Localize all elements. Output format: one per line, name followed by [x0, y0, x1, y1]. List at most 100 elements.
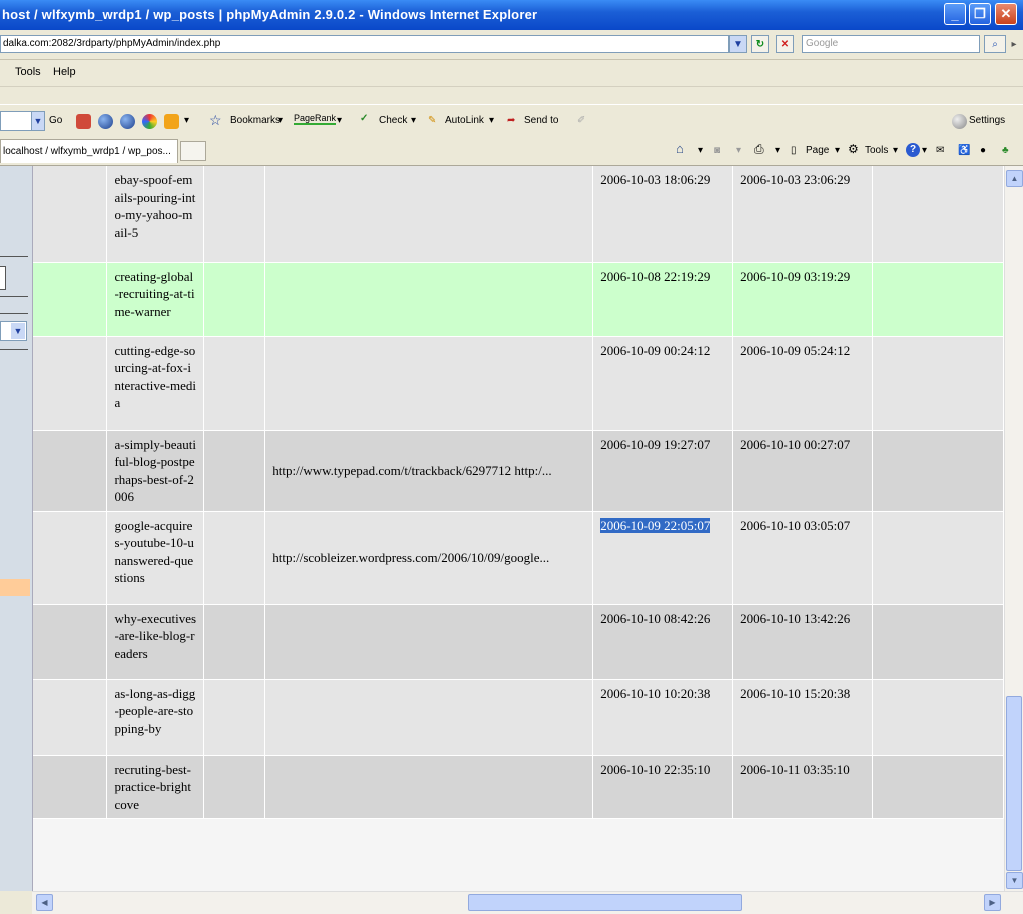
cell-post-date-gmt-text: 2006-10-10 00:27:07: [740, 436, 851, 452]
tools-menu[interactable]: Tools: [865, 145, 888, 156]
maximize-button[interactable]: ❐: [969, 3, 991, 25]
stop-icon[interactable]: ✕: [776, 35, 794, 53]
table-row[interactable]: google-acquires-youtube-10-unanswered-qu…: [33, 511, 1004, 605]
refresh-icon[interactable]: ↻: [751, 35, 769, 53]
cell-post-date: 2006-10-08 22:19:29: [592, 262, 734, 337]
wp-posts-table: ebay-spoof-emails-pouring-into-my-yahoo-…: [33, 166, 1004, 819]
scroll-up-icon[interactable]: ▲: [1006, 170, 1023, 187]
minimize-button[interactable]: _: [944, 3, 966, 25]
cell-post-date-gmt: 2006-10-10 13:42:26: [732, 604, 874, 680]
table-row[interactable]: a-simply-beautiful-blog-postperhaps-best…: [33, 430, 1004, 512]
feeds-icon[interactable]: ◙: [714, 145, 720, 156]
horizontal-scroll-thumb[interactable]: [468, 894, 742, 911]
page-icon[interactable]: ▯: [791, 145, 797, 156]
globe-icon[interactable]: [120, 114, 135, 129]
sendto-button[interactable]: Send to: [524, 115, 558, 126]
left-panel-input[interactable]: [0, 266, 6, 290]
settings-button[interactable]: Settings: [969, 115, 1005, 126]
tab-phpmyadmin[interactable]: localhost / wlfxymb_wrdp1 / wp_pos...: [0, 139, 178, 163]
help-icon[interactable]: ?: [906, 143, 920, 157]
cell-guid: http://scobleizer.wordpress.com/2006/10/…: [264, 511, 594, 605]
page-content: ▼ ebay-spoof-emails-pouring-into-my-yaho…: [0, 166, 1004, 891]
go-button[interactable]: Go: [49, 115, 62, 126]
horizontal-scrollbar[interactable]: ◀ ▶: [32, 891, 1023, 914]
cell-post-date-gmt: 2006-10-09 05:24:12: [732, 336, 874, 431]
cell-post-date-gmt-text: 2006-10-09 05:24:12: [740, 342, 851, 358]
cell-blank: [203, 336, 266, 431]
toolbar-more-icon[interactable]: ▾: [184, 115, 189, 126]
tools-gear-icon[interactable]: ⚙: [848, 142, 859, 156]
picasa-icon[interactable]: [142, 114, 157, 129]
cell-post-name-text: a-simply-beautiful-blog-postperhaps-best…: [114, 436, 197, 505]
search-icon[interactable]: ⌕: [984, 35, 1006, 53]
window-title: host / wlfxymb_wrdp1 / wp_posts | phpMyA…: [2, 7, 538, 22]
cell-blank: [203, 511, 266, 605]
cell-blank: [33, 755, 108, 819]
cell-guid: [264, 679, 594, 756]
scroll-down-icon[interactable]: ▼: [1006, 872, 1023, 889]
cell-blank: [33, 679, 108, 756]
address-input[interactable]: dalka.com:2082/3rdparty/phpMyAdmin/index…: [0, 35, 729, 53]
search-options-icon[interactable]: ▸: [1008, 35, 1020, 53]
cell-guid-text: http://www.typepad.com/t/trackback/62977…: [272, 462, 552, 478]
cell-post-date: 2006-10-09 22:05:07: [592, 511, 734, 605]
address-dropdown-icon[interactable]: ▼: [729, 35, 747, 53]
cell-post-date-gmt-text: 2006-10-03 23:06:29: [740, 172, 851, 187]
cell-post-date: 2006-10-10 10:20:38: [592, 679, 734, 756]
toolbar-dropdown-icon[interactable]: ▼: [31, 111, 45, 131]
puzzle-icon[interactable]: [164, 114, 179, 129]
settings-icon[interactable]: [952, 114, 967, 129]
new-tab-button[interactable]: [180, 141, 206, 161]
menu-tools[interactable]: Tools: [15, 66, 41, 78]
cell-post-name: creating-global-recruiting-at-time-warne…: [106, 262, 205, 337]
close-button[interactable]: ✕: [995, 3, 1017, 25]
accessibility-icon[interactable]: ♿: [958, 145, 970, 156]
check-button[interactable]: Check: [379, 115, 407, 126]
left-navigation-panel: ▼: [0, 166, 33, 891]
home-icon[interactable]: ⌂: [676, 141, 684, 156]
cell-post-date-text: 2006-10-09 00:24:12: [600, 342, 711, 358]
cell-post-date-text: 2006-10-03 18:06:29: [600, 172, 711, 187]
cell-blank: [872, 679, 1004, 756]
page-menu[interactable]: Page: [806, 145, 829, 156]
table-row[interactable]: ebay-spoof-emails-pouring-into-my-yahoo-…: [33, 166, 1004, 263]
vertical-scrollbar[interactable]: ▲ ▼: [1004, 166, 1023, 891]
bookmarks-button[interactable]: Bookmarks: [230, 115, 280, 126]
cell-post-date-text: 2006-10-10 08:42:26: [600, 610, 711, 626]
cell-post-date-gmt: 2006-10-03 23:06:29: [732, 166, 874, 263]
autolink-button[interactable]: AutoLink: [445, 115, 484, 126]
left-panel-highlight: [0, 579, 30, 596]
cell-post-date-gmt-text: 2006-10-09 03:19:29: [740, 268, 851, 284]
cell-blank: [203, 430, 266, 512]
table-row[interactable]: as-long-as-digg-people-are-stopping-by 20…: [33, 679, 1004, 756]
table-row[interactable]: cutting-edge-sourcing-at-fox-interactive…: [33, 336, 1004, 431]
cell-post-name-text: as-long-as-digg-people-are-stopping-by: [114, 685, 196, 736]
pagerank-button[interactable]: PageRank: [294, 113, 337, 125]
highlighter-icon[interactable]: ✐: [577, 115, 585, 126]
messenger-icon[interactable]: ●: [980, 145, 986, 156]
news-icon[interactable]: [76, 114, 91, 129]
scroll-left-icon[interactable]: ◀: [36, 894, 53, 911]
cell-post-date: 2006-10-03 18:06:29: [592, 166, 734, 263]
table-row[interactable]: why-executives-are-like-blog-readers 2006…: [33, 604, 1004, 680]
vertical-scroll-thumb[interactable]: [1006, 696, 1022, 871]
cell-blank: [33, 604, 108, 680]
search-input[interactable]: Google: [802, 35, 980, 53]
toolbar-search-input[interactable]: [0, 111, 32, 131]
table-row[interactable]: creating-global-recruiting-at-time-warne…: [33, 262, 1004, 337]
spellcheck-icon[interactable]: ✓: [360, 113, 368, 124]
extension-icon[interactable]: ♣: [1002, 145, 1009, 156]
cell-post-name-text: cutting-edge-sourcing-at-fox-interactive…: [114, 342, 197, 411]
research-icon[interactable]: ✉: [936, 145, 944, 156]
sendto-icon[interactable]: ➦: [507, 115, 515, 126]
star-icon[interactable]: ☆: [209, 112, 222, 129]
title-bar: host / wlfxymb_wrdp1 / wp_posts | phpMyA…: [0, 0, 1023, 30]
print-icon[interactable]: ⎙: [754, 142, 764, 157]
scroll-right-icon[interactable]: ▶: [984, 894, 1001, 911]
autolink-icon[interactable]: ✎: [428, 115, 436, 126]
table-row[interactable]: recruting-best-practice-brightcove 2006-1…: [33, 755, 1004, 819]
left-panel-select[interactable]: ▼: [0, 321, 27, 341]
cell-post-date-gmt-text: 2006-10-11 03:35:10: [740, 761, 850, 777]
globe-icon[interactable]: [98, 114, 113, 129]
menu-help[interactable]: Help: [53, 66, 76, 78]
